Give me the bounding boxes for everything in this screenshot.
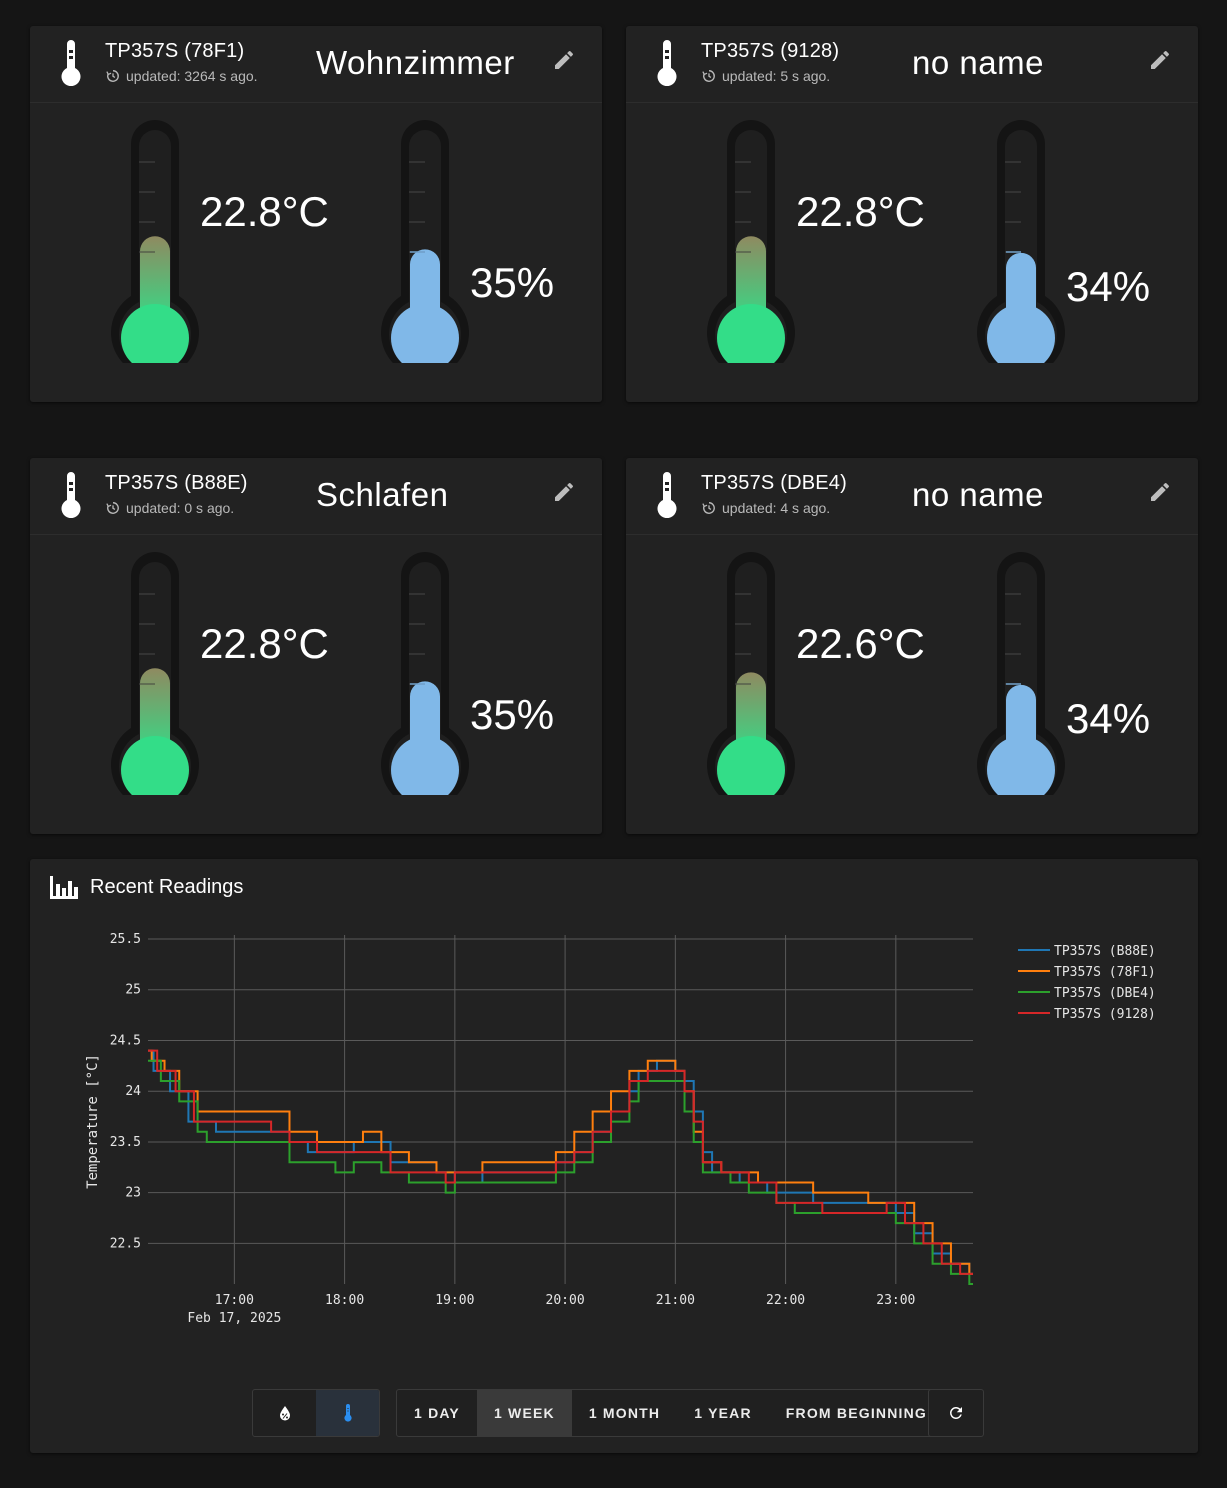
series-line	[148, 1049, 973, 1275]
temperature-gauge	[111, 120, 199, 363]
sensor-id: TP357S (78F1)	[105, 40, 245, 62]
edit-name-button[interactable]	[1148, 48, 1172, 72]
y-tick-label: 24.5	[110, 1033, 141, 1048]
temperature-toggle-button[interactable]	[316, 1390, 379, 1436]
humidity-value: 34%	[1066, 262, 1151, 310]
edit-name-button[interactable]	[552, 480, 576, 504]
sensor-name: Schlafen	[316, 476, 449, 513]
y-tick-label: 23.5	[110, 1135, 141, 1150]
temperature-value: 22.6°C	[796, 620, 925, 667]
last-updated-text: updated: 4 s ago.	[722, 500, 831, 516]
refresh-button[interactable]	[929, 1390, 983, 1436]
x-date-label: Feb 17, 2025	[187, 1311, 281, 1326]
last-updated: updated: 5 s ago.	[702, 68, 830, 84]
series-line	[148, 1059, 973, 1285]
range-from-beginning-button[interactable]: FROM BEGINNING	[769, 1390, 944, 1436]
history-icon	[106, 70, 119, 82]
history-icon	[702, 502, 715, 514]
y-tick-label: 25	[125, 983, 141, 998]
sensor-card: TP357S (78F1) updated: 3264 s ago. Wohnz…	[30, 26, 602, 402]
y-tick-label: 25.5	[110, 932, 141, 947]
temperature-gauge	[111, 552, 199, 795]
x-tick-label: 19:00	[435, 1293, 474, 1308]
sensor-name: no name	[912, 44, 1044, 81]
humidity-gauge	[381, 552, 469, 795]
last-updated-text: updated: 0 s ago.	[126, 500, 235, 516]
humidity-gauge	[977, 120, 1065, 363]
temperature-gauge	[707, 120, 795, 363]
sensor-name: Wohnzimmer	[316, 44, 515, 81]
temperature-gauge	[707, 552, 795, 795]
sensor-card: TP357S (DBE4) updated: 4 s ago. no name	[626, 458, 1198, 834]
last-updated-text: updated: 3264 s ago.	[126, 68, 258, 84]
legend-label: TP357S (B88E)	[1054, 944, 1156, 959]
chart-type-toggle	[252, 1389, 380, 1437]
edit-name-button[interactable]	[1148, 480, 1172, 504]
legend-label: TP357S (78F1)	[1054, 965, 1156, 980]
sensor-card-header: TP357S (DBE4) updated: 4 s ago. no name	[626, 458, 1198, 535]
humidity-gauge	[381, 120, 469, 363]
sensor-id: TP357S (DBE4)	[701, 472, 847, 494]
sensor-name: no name	[912, 476, 1044, 513]
y-tick-label: 23	[125, 1186, 141, 1201]
x-tick-label: 23:00	[876, 1293, 915, 1308]
humidity-value: 34%	[1066, 694, 1151, 742]
legend-label: TP357S (9128)	[1054, 1007, 1156, 1022]
bar-chart-icon	[50, 876, 78, 899]
temperature-value: 22.8°C	[796, 188, 925, 235]
humidity-value: 35%	[470, 691, 555, 739]
readings-chart: 22.5 23 23.5 24 24.5 25 25.5 17:00 18:00 19:00 20:…	[85, 932, 1156, 1326]
humidity-toggle-button[interactable]	[253, 1390, 316, 1436]
last-updated: updated: 3264 s ago.	[106, 68, 258, 84]
humidity-value: 35%	[470, 259, 555, 307]
temperature-value: 22.8°C	[200, 620, 329, 667]
y-tick-label: 22.5	[110, 1236, 141, 1251]
range-1-year-button[interactable]: 1 YEAR	[677, 1390, 769, 1436]
y-tick-label: 24	[125, 1084, 141, 1099]
sensor-id: TP357S (B88E)	[105, 472, 248, 494]
thermometer-icon	[657, 40, 677, 86]
recent-readings-card: Recent Readings 22.5 23 23.5 24 24.5 25 25.5 17…	[30, 859, 1198, 1453]
x-tick-label: 18:00	[325, 1293, 364, 1308]
x-tick-label: 22:00	[766, 1293, 805, 1308]
sensor-card: TP357S (9128) updated: 5 s ago. no name	[626, 26, 1198, 402]
refresh-icon	[950, 1407, 962, 1419]
water-percent-icon	[279, 1406, 290, 1421]
refresh-group	[928, 1389, 984, 1437]
range-1-month-button[interactable]: 1 MONTH	[572, 1390, 677, 1436]
humidity-gauge	[977, 552, 1065, 795]
history-icon	[106, 502, 119, 514]
thermometer-icon	[657, 472, 677, 518]
sensor-card-header: TP357S (B88E) updated: 0 s ago. Schlafen	[30, 458, 602, 535]
last-updated-text: updated: 5 s ago.	[722, 68, 831, 84]
x-tick-label: 17:00	[215, 1293, 254, 1308]
history-icon	[702, 70, 715, 82]
chart-title-text: Recent Readings	[90, 875, 244, 898]
range-1-week-button[interactable]: 1 WEEK	[476, 1390, 572, 1436]
chart-card-title: Recent Readings	[48, 873, 243, 901]
range-1-day-button[interactable]: 1 DAY	[397, 1390, 477, 1436]
time-range-group: 1 DAY 1 WEEK 1 MONTH 1 YEAR FROM BEGINNI…	[396, 1389, 946, 1437]
edit-name-button[interactable]	[552, 48, 576, 72]
legend-label: TP357S (DBE4)	[1054, 986, 1156, 1001]
x-tick-label: 20:00	[546, 1293, 585, 1308]
sensor-card-header: TP357S (78F1) updated: 3264 s ago. Wohnz…	[30, 26, 602, 103]
last-updated: updated: 0 s ago.	[106, 500, 234, 516]
temperature-value: 22.8°C	[200, 188, 329, 235]
y-axis-label: Temperature [°C]	[85, 1054, 101, 1189]
sensor-id: TP357S (9128)	[701, 40, 840, 62]
thermometer-icon	[61, 40, 81, 86]
thermometer-icon	[61, 472, 81, 518]
sensor-card-header: TP357S (9128) updated: 5 s ago. no name	[626, 26, 1198, 103]
sensor-card: TP357S (B88E) updated: 0 s ago. Schlafen	[30, 458, 602, 834]
x-tick-label: 21:00	[656, 1293, 695, 1308]
last-updated: updated: 4 s ago.	[702, 500, 830, 516]
thermometer-icon	[343, 1404, 352, 1422]
